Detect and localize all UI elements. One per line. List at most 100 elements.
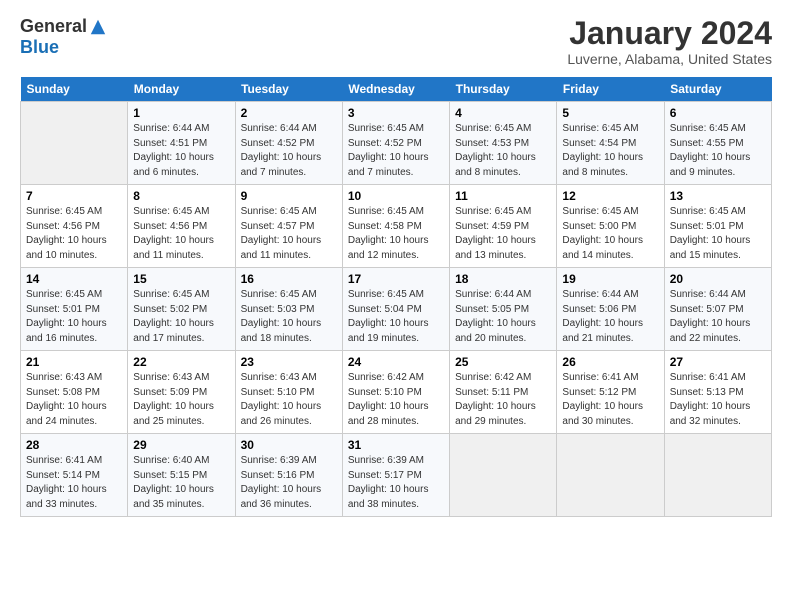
calendar-cell: 21 Sunrise: 6:43 AMSunset: 5:08 PMDayligh… — [21, 351, 128, 434]
page: General Blue January 2024 Luverne, Alaba… — [0, 0, 792, 612]
day-info: Sunrise: 6:45 AMSunset: 4:53 PMDaylight:… — [455, 122, 551, 180]
day-info: Sunrise: 6:45 AMSunset: 5:04 PMDaylight:… — [348, 288, 444, 346]
calendar-cell: 14Sunrise: 6:45 AMSunset: 5:01 PMDayligh… — [21, 268, 128, 351]
day-number: 18 — [455, 272, 551, 286]
day-info: Sunrise: 6:45 AMSunset: 4:59 PMDaylight:… — [455, 205, 551, 263]
day-number: 1 — [133, 106, 229, 120]
calendar-week-row: 14Sunrise: 6:45 AMSunset: 5:01 PMDayligh… — [21, 268, 772, 351]
calendar-cell: 19Sunrise: 6:44 AMSunset: 5:06 PMDayligh… — [557, 268, 664, 351]
day-number: 16 — [241, 272, 337, 286]
day-info: Sunrise: 6:45 AMSunset: 5:03 PMDaylight:… — [241, 288, 337, 346]
calendar-cell: 20Sunrise: 6:44 AMSunset: 5:07 PMDayligh… — [664, 268, 771, 351]
day-info: Sunrise: 6:42 AMSunset: 5:10 PMDaylight:… — [348, 371, 444, 429]
day-info: Sunrise: 6:42 AMSunset: 5:11 PMDaylight:… — [455, 371, 551, 429]
day-number: 10 — [348, 189, 444, 203]
calendar-cell: 24 Sunrise: 6:42 AMSunset: 5:10 PMDayligh… — [342, 351, 449, 434]
day-number: 23 — [241, 355, 337, 369]
logo-blue: Blue — [20, 37, 59, 58]
day-info: Sunrise: 6:41 AMSunset: 5:14 PMDaylight:… — [26, 454, 122, 512]
calendar-cell: 9Sunrise: 6:45 AMSunset: 4:57 PMDaylight… — [235, 185, 342, 268]
calendar-cell: 3Sunrise: 6:45 AMSunset: 4:52 PMDaylight… — [342, 102, 449, 185]
calendar-cell: 18Sunrise: 6:44 AMSunset: 5:05 PMDayligh… — [450, 268, 557, 351]
weekday-header-monday: Monday — [128, 77, 235, 102]
day-info: Sunrise: 6:45 AMSunset: 4:58 PMDaylight:… — [348, 205, 444, 263]
logo: General Blue — [20, 16, 107, 58]
day-info: Sunrise: 6:45 AMSunset: 5:02 PMDaylight:… — [133, 288, 229, 346]
day-info: Sunrise: 6:45 AMSunset: 5:01 PMDaylight:… — [670, 205, 766, 263]
calendar-cell: 30 Sunrise: 6:39 AMSunset: 5:16 PMDayligh… — [235, 434, 342, 517]
day-number: 19 — [562, 272, 658, 286]
calendar-table: SundayMondayTuesdayWednesdayThursdayFrid… — [20, 77, 772, 517]
day-info: Sunrise: 6:41 AMSunset: 5:12 PMDaylight:… — [562, 371, 658, 429]
weekday-header-row: SundayMondayTuesdayWednesdayThursdayFrid… — [21, 77, 772, 102]
calendar-cell: 23 Sunrise: 6:43 AMSunset: 5:10 PMDayligh… — [235, 351, 342, 434]
calendar-cell: 8 Sunrise: 6:45 AMSunset: 4:56 PMDaylight… — [128, 185, 235, 268]
day-info: Sunrise: 6:45 AMSunset: 4:52 PMDaylight:… — [348, 122, 444, 180]
calendar-cell — [664, 434, 771, 517]
weekday-header-saturday: Saturday — [664, 77, 771, 102]
weekday-header-tuesday: Tuesday — [235, 77, 342, 102]
day-number: 27 — [670, 355, 766, 369]
day-info: Sunrise: 6:45 AMSunset: 4:55 PMDaylight:… — [670, 122, 766, 180]
weekday-header-friday: Friday — [557, 77, 664, 102]
calendar-week-row: 21 Sunrise: 6:43 AMSunset: 5:08 PMDayligh… — [21, 351, 772, 434]
calendar-cell: 10 Sunrise: 6:45 AMSunset: 4:58 PMDayligh… — [342, 185, 449, 268]
day-number: 29 — [133, 438, 229, 452]
day-number: 31 — [348, 438, 444, 452]
calendar-cell: 2 Sunrise: 6:44 AMSunset: 4:52 PMDaylight… — [235, 102, 342, 185]
day-info: Sunrise: 6:45 AMSunset: 5:00 PMDaylight:… — [562, 205, 658, 263]
day-info: Sunrise: 6:45 AMSunset: 4:56 PMDaylight:… — [133, 205, 229, 263]
day-number: 12 — [562, 189, 658, 203]
calendar-cell: 22 Sunrise: 6:43 AMSunset: 5:09 PMDayligh… — [128, 351, 235, 434]
day-number: 8 — [133, 189, 229, 203]
day-info: Sunrise: 6:40 AMSunset: 5:15 PMDaylight:… — [133, 454, 229, 512]
day-number: 2 — [241, 106, 337, 120]
calendar-week-row: 7Sunrise: 6:45 AMSunset: 4:56 PMDaylight… — [21, 185, 772, 268]
calendar-cell: 11 Sunrise: 6:45 AMSunset: 4:59 PMDayligh… — [450, 185, 557, 268]
calendar-week-row: 1Sunrise: 6:44 AMSunset: 4:51 PMDaylight… — [21, 102, 772, 185]
calendar-cell: 12 Sunrise: 6:45 AMSunset: 5:00 PMDayligh… — [557, 185, 664, 268]
calendar-cell: 17Sunrise: 6:45 AMSunset: 5:04 PMDayligh… — [342, 268, 449, 351]
day-info: Sunrise: 6:43 AMSunset: 5:09 PMDaylight:… — [133, 371, 229, 429]
header: General Blue January 2024 Luverne, Alaba… — [20, 16, 772, 67]
day-number: 24 — [348, 355, 444, 369]
month-title: January 2024 — [567, 16, 772, 51]
calendar-cell: 6Sunrise: 6:45 AMSunset: 4:55 PMDaylight… — [664, 102, 771, 185]
day-info: Sunrise: 6:45 AMSunset: 4:57 PMDaylight:… — [241, 205, 337, 263]
calendar-week-row: 28Sunrise: 6:41 AMSunset: 5:14 PMDayligh… — [21, 434, 772, 517]
calendar-cell — [21, 102, 128, 185]
day-number: 25 — [455, 355, 551, 369]
day-info: Sunrise: 6:44 AMSunset: 4:52 PMDaylight:… — [241, 122, 337, 180]
calendar-cell: 5Sunrise: 6:45 AMSunset: 4:54 PMDaylight… — [557, 102, 664, 185]
logo-general: General — [20, 16, 87, 37]
day-number: 4 — [455, 106, 551, 120]
calendar-cell: 7Sunrise: 6:45 AMSunset: 4:56 PMDaylight… — [21, 185, 128, 268]
day-number: 26 — [562, 355, 658, 369]
calendar-cell — [450, 434, 557, 517]
title-block: January 2024 Luverne, Alabama, United St… — [567, 16, 772, 67]
calendar-cell: 27 Sunrise: 6:41 AMSunset: 5:13 PMDayligh… — [664, 351, 771, 434]
day-number: 15 — [133, 272, 229, 286]
calendar-cell: 1Sunrise: 6:44 AMSunset: 4:51 PMDaylight… — [128, 102, 235, 185]
day-number: 11 — [455, 189, 551, 203]
day-info: Sunrise: 6:39 AMSunset: 5:16 PMDaylight:… — [241, 454, 337, 512]
day-number: 21 — [26, 355, 122, 369]
location-subtitle: Luverne, Alabama, United States — [567, 51, 772, 67]
calendar-cell: 4 Sunrise: 6:45 AMSunset: 4:53 PMDaylight… — [450, 102, 557, 185]
day-info: Sunrise: 6:45 AMSunset: 5:01 PMDaylight:… — [26, 288, 122, 346]
calendar-cell: 26 Sunrise: 6:41 AMSunset: 5:12 PMDayligh… — [557, 351, 664, 434]
calendar-cell: 29 Sunrise: 6:40 AMSunset: 5:15 PMDayligh… — [128, 434, 235, 517]
weekday-header-wednesday: Wednesday — [342, 77, 449, 102]
calendar-cell: 31Sunrise: 6:39 AMSunset: 5:17 PMDayligh… — [342, 434, 449, 517]
day-number: 30 — [241, 438, 337, 452]
weekday-header-thursday: Thursday — [450, 77, 557, 102]
logo-icon — [89, 18, 107, 36]
day-info: Sunrise: 6:43 AMSunset: 5:08 PMDaylight:… — [26, 371, 122, 429]
day-info: Sunrise: 6:43 AMSunset: 5:10 PMDaylight:… — [241, 371, 337, 429]
weekday-header-sunday: Sunday — [21, 77, 128, 102]
day-number: 13 — [670, 189, 766, 203]
calendar-cell: 28Sunrise: 6:41 AMSunset: 5:14 PMDayligh… — [21, 434, 128, 517]
day-number: 22 — [133, 355, 229, 369]
calendar-cell: 16 Sunrise: 6:45 AMSunset: 5:03 PMDayligh… — [235, 268, 342, 351]
day-info: Sunrise: 6:41 AMSunset: 5:13 PMDaylight:… — [670, 371, 766, 429]
